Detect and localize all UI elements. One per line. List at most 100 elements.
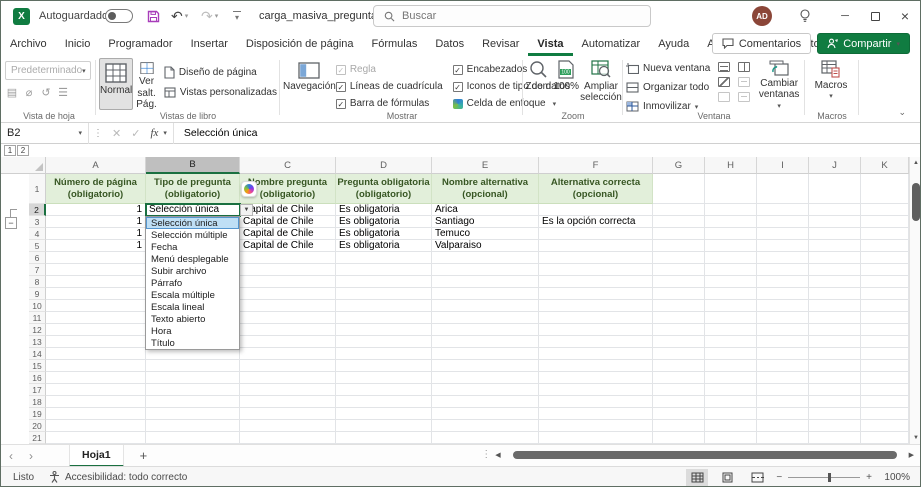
cell-H2[interactable] bbox=[705, 204, 757, 216]
column-header-I[interactable]: I bbox=[757, 157, 809, 174]
cell-K10[interactable] bbox=[861, 300, 909, 312]
cell-K14[interactable] bbox=[861, 348, 909, 360]
cell-G14[interactable] bbox=[653, 348, 705, 360]
cell-B19[interactable] bbox=[146, 408, 240, 420]
cell-D10[interactable] bbox=[336, 300, 432, 312]
cell-E9[interactable] bbox=[432, 288, 539, 300]
cell-C17[interactable] bbox=[240, 384, 336, 396]
cell-D17[interactable] bbox=[336, 384, 432, 396]
zoom-button[interactable]: Zoom bbox=[525, 56, 551, 103]
cell-K16[interactable] bbox=[861, 372, 909, 384]
view-normal-button[interactable] bbox=[686, 469, 708, 486]
cell-G6[interactable] bbox=[653, 252, 705, 264]
cell-F18[interactable] bbox=[539, 396, 653, 408]
tab-revisar[interactable]: Revisar bbox=[473, 31, 528, 56]
cell-I13[interactable] bbox=[757, 336, 809, 348]
cell-I3[interactable] bbox=[757, 216, 809, 228]
cell-K21[interactable] bbox=[861, 432, 909, 444]
cell-J9[interactable] bbox=[809, 288, 861, 300]
autosave-toggle[interactable] bbox=[105, 1, 133, 31]
dropdown-item-escala-m-ltiple[interactable]: Escala múltiple bbox=[146, 289, 239, 301]
tab-automatizar[interactable]: Automatizar bbox=[573, 31, 650, 56]
zoom-out-icon[interactable]: − bbox=[776, 472, 782, 483]
cell-F4[interactable] bbox=[539, 228, 653, 240]
cell-F16[interactable] bbox=[539, 372, 653, 384]
cell-G7[interactable] bbox=[653, 264, 705, 276]
horizontal-scrollbar[interactable]: ⋮ ◀ ▶ bbox=[481, 449, 914, 460]
cell-A21[interactable] bbox=[46, 432, 146, 444]
cell-K15[interactable] bbox=[861, 360, 909, 372]
cell-K11[interactable] bbox=[861, 312, 909, 324]
cell-G10[interactable] bbox=[653, 300, 705, 312]
cell-B18[interactable] bbox=[146, 396, 240, 408]
cell-H7[interactable] bbox=[705, 264, 757, 276]
cell-I19[interactable] bbox=[757, 408, 809, 420]
vertical-scroll-thumb[interactable] bbox=[912, 183, 920, 221]
row-header-11[interactable]: 11 bbox=[29, 312, 46, 324]
cell-F10[interactable] bbox=[539, 300, 653, 312]
cell-G17[interactable] bbox=[653, 384, 705, 396]
cell-I10[interactable] bbox=[757, 300, 809, 312]
row-header-1[interactable]: 1 bbox=[29, 174, 46, 204]
cell-G18[interactable] bbox=[653, 396, 705, 408]
tab-archivo[interactable]: Archivo bbox=[1, 31, 56, 56]
cell-B15[interactable] bbox=[146, 360, 240, 372]
cell-F6[interactable] bbox=[539, 252, 653, 264]
row-header-20[interactable]: 20 bbox=[29, 420, 46, 432]
dropdown-item-escala-lineal[interactable]: Escala lineal bbox=[146, 301, 239, 313]
cell-E11[interactable] bbox=[432, 312, 539, 324]
normal-view-button[interactable]: Normal bbox=[99, 58, 133, 110]
cell-K8[interactable] bbox=[861, 276, 909, 288]
outline-level-2[interactable]: 2 bbox=[17, 145, 29, 156]
cell-F15[interactable] bbox=[539, 360, 653, 372]
view-page-layout-button[interactable] bbox=[716, 469, 738, 486]
cell-J7[interactable] bbox=[809, 264, 861, 276]
cell-B17[interactable] bbox=[146, 384, 240, 396]
cell-C16[interactable] bbox=[240, 372, 336, 384]
cell-D3[interactable]: Es obligatoria bbox=[336, 216, 432, 228]
cell-E13[interactable] bbox=[432, 336, 539, 348]
cell-A3[interactable]: 1 bbox=[46, 216, 146, 228]
cell-D18[interactable] bbox=[336, 396, 432, 408]
cell-A1[interactable]: Número de página(obligatorio) bbox=[46, 174, 146, 204]
cell-E16[interactable] bbox=[432, 372, 539, 384]
cell-I9[interactable] bbox=[757, 288, 809, 300]
column-header-E[interactable]: E bbox=[432, 157, 539, 174]
zoom-100-button[interactable]: 100 100% bbox=[553, 56, 579, 103]
row-header-7[interactable]: 7 bbox=[29, 264, 46, 276]
tab-inicio[interactable]: Inicio bbox=[56, 31, 100, 56]
dropdown-item-selecci-n-m-ltiple[interactable]: Selección múltiple bbox=[146, 229, 239, 241]
scroll-down-icon[interactable]: ▼ bbox=[910, 432, 921, 444]
cell-H13[interactable] bbox=[705, 336, 757, 348]
switch-windows-button[interactable]: Cambiar ventanas ▾ bbox=[756, 56, 802, 115]
cell-D11[interactable] bbox=[336, 312, 432, 324]
save-icon[interactable] bbox=[147, 1, 160, 31]
cell-J8[interactable] bbox=[809, 276, 861, 288]
cell-I21[interactable] bbox=[757, 432, 809, 444]
cell-F13[interactable] bbox=[539, 336, 653, 348]
row-header-19[interactable]: 19 bbox=[29, 408, 46, 420]
cell-E3[interactable]: Santiago bbox=[432, 216, 539, 228]
cell-C10[interactable] bbox=[240, 300, 336, 312]
cell-H12[interactable] bbox=[705, 324, 757, 336]
cell-C12[interactable] bbox=[240, 324, 336, 336]
cell-F17[interactable] bbox=[539, 384, 653, 396]
dropdown-item-fecha[interactable]: Fecha bbox=[146, 241, 239, 253]
name-box[interactable]: B2▾ bbox=[1, 123, 89, 144]
cell-I15[interactable] bbox=[757, 360, 809, 372]
cell-D2[interactable]: Es obligatoria bbox=[336, 204, 432, 216]
cell-C14[interactable] bbox=[240, 348, 336, 360]
cell-G2[interactable] bbox=[653, 204, 705, 216]
cell-I17[interactable] bbox=[757, 384, 809, 396]
collapse-ribbon-icon[interactable]: ⌄ bbox=[898, 107, 906, 118]
cell-G8[interactable] bbox=[653, 276, 705, 288]
hide-window-icon[interactable] bbox=[718, 77, 730, 87]
cancel-entry-icon[interactable]: ✕ bbox=[107, 127, 126, 140]
cell-C21[interactable] bbox=[240, 432, 336, 444]
tab-datos[interactable]: Datos bbox=[426, 31, 473, 56]
cell-G21[interactable] bbox=[653, 432, 705, 444]
page-break-view-button[interactable]: Ver salt. Pág. bbox=[135, 58, 158, 110]
insert-function-icon[interactable]: fx bbox=[145, 127, 163, 139]
page-layout-button[interactable]: Diseño de página bbox=[164, 64, 277, 81]
row-header-5[interactable]: 5 bbox=[29, 240, 46, 252]
